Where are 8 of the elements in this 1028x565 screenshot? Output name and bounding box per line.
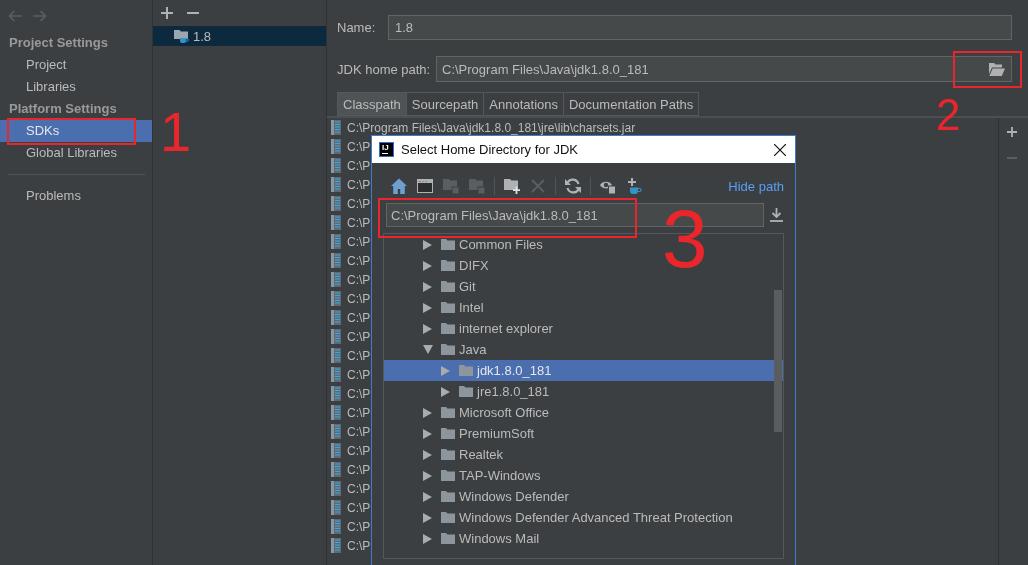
jdk-home-path-label: JDK home path: xyxy=(337,60,432,79)
app-logo: IJ xyxy=(379,142,394,157)
section-header: Project Settings xyxy=(8,34,109,52)
section-header: Platform Settings xyxy=(8,100,118,118)
annotation-number: 1 xyxy=(160,104,192,160)
dialog-title: Select Home Directory for JDK xyxy=(401,142,578,157)
annotation-number: 2 xyxy=(936,93,961,137)
name-label: Name: xyxy=(337,19,377,37)
